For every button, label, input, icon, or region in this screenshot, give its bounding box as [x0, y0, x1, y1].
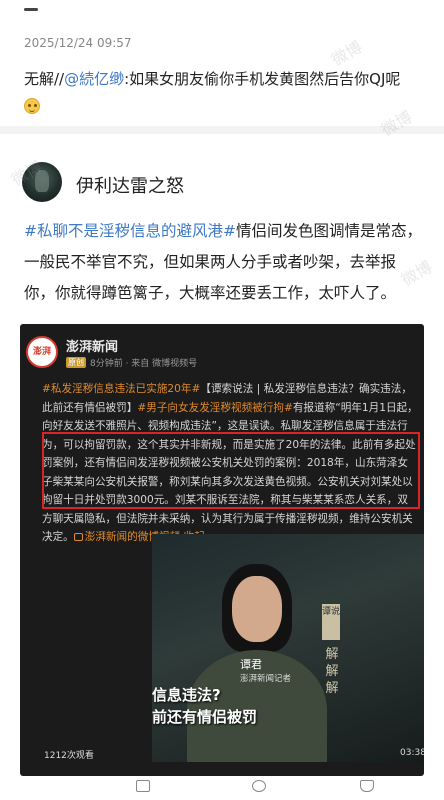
source-meta: 原创 8分钟前 · 来自 微博视频号	[66, 356, 197, 369]
smile-emoji-icon	[24, 98, 40, 114]
minus-icon	[24, 8, 38, 11]
comment-prefix: 无解//	[24, 70, 65, 88]
mention-link[interactable]: @続亿缈	[64, 70, 124, 88]
video-caption-1: 信息违法?	[152, 686, 221, 704]
comment-text: 无解//@続亿缈:如果女朋友偷你手机发黄图然后告你QJ呢	[24, 68, 424, 90]
like-icon[interactable]	[360, 780, 374, 792]
embed-hashtag-2[interactable]: #男子向女友发淫秽视频被行拘#	[137, 402, 292, 414]
comment-card: 2025/12/24 09:57 无解//@続亿缈:如果女朋友偷你手机发黄图然后…	[0, 0, 444, 126]
source-avatar[interactable]: 澎湃	[26, 336, 58, 368]
presenter-title: 澎湃新闻记者	[240, 674, 292, 684]
comment-body: :如果女朋友偷你手机发黄图然后告你QJ呢	[124, 70, 401, 88]
embedded-repost[interactable]: 澎湃 澎湃新闻 原创 8分钟前 · 来自 微博视频号 #私发淫秽信息违法已实施2…	[20, 324, 424, 776]
program-vertical-text: 解解解	[325, 647, 339, 696]
video-caption-2: 前还有情侣被罚	[152, 708, 258, 726]
original-badge: 原创	[66, 357, 86, 368]
video-player[interactable]: 谭说 解解解 谭君 澎湃新闻记者 信息违法? 前还有情侣被罚	[152, 534, 424, 762]
meta-text: 8分钟前 · 来自 微博视频号	[90, 359, 198, 369]
author-name[interactable]: 伊利达雷之怒	[76, 172, 184, 198]
video-duration: 03:38	[400, 748, 424, 758]
comment-icon[interactable]	[252, 780, 266, 792]
share-icon[interactable]	[136, 780, 150, 792]
post-hashtag[interactable]: #私聊不是淫秽信息的避风港#	[24, 222, 236, 240]
post-text: #私聊不是淫秽信息的避风港#情侣间发色图调情是常态，一般民不举官不究，但如果两人…	[24, 216, 424, 309]
highlight-box	[42, 432, 420, 509]
source-name[interactable]: 澎湃新闻	[66, 336, 118, 355]
view-count: 1212次观看	[44, 751, 94, 761]
presenter-face	[232, 576, 282, 642]
program-chip: 谭说	[322, 604, 340, 640]
video-link-icon	[73, 533, 83, 541]
presenter-name: 谭君	[240, 658, 262, 671]
post-card: 伊利达雷之怒 #私聊不是淫秽信息的避风港#情侣间发色图调情是常态，一般民不举官不…	[0, 134, 444, 800]
embed-hashtag-1[interactable]: #私发淫秽信息违法已实施20年#	[42, 383, 200, 395]
action-bar	[0, 778, 444, 800]
timestamp: 2025/12/24 09:57	[24, 36, 132, 50]
